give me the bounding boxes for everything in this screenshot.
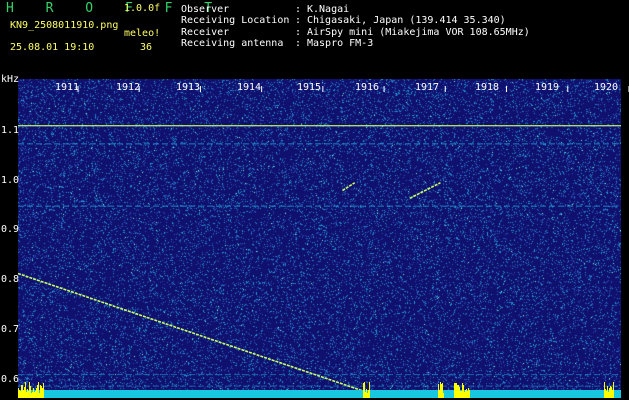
y-tick-label: 1.1: [1, 125, 20, 136]
meta-value: AirSpy mini (Miakejima VOR 108.65MHz): [307, 27, 530, 38]
app-version: 1.0.0f: [124, 3, 161, 14]
x-tick-label: 1915: [297, 82, 322, 93]
meta-row-receiver: Receiver: AirSpy mini (Miakejima VOR 108.…: [181, 27, 530, 38]
meteor-count: 36: [140, 42, 153, 53]
meta-separator: :: [295, 4, 302, 15]
meta-row-location: Receiving Location: Chigasaki, Japan (139…: [181, 15, 506, 26]
x-tick-label: 1914: [237, 82, 262, 93]
meta-label: Receiving Location: [181, 15, 290, 26]
x-tick-label: 1916: [355, 82, 380, 93]
meleo-label: meleo!: [124, 28, 161, 39]
y-axis-unit: kHz: [1, 74, 20, 85]
x-tick-label: 1912: [116, 82, 141, 93]
timestamp: 25.08.01 19:10: [10, 42, 95, 53]
y-tick-label: 0.6: [1, 374, 20, 385]
meta-value: Maspro FM-3: [307, 38, 374, 49]
x-tick-label: 1913: [176, 82, 201, 93]
meta-label: Receiver: [181, 27, 230, 38]
y-tick-label: 0.9: [1, 224, 20, 235]
x-tick-label: 1920: [594, 82, 619, 93]
meta-value: K.Nagai: [307, 4, 350, 15]
spectrogram-viewer: { "app": { "name": "H R O F F T", "versi…: [0, 0, 629, 400]
file-name: KN9_2508011910.png: [10, 20, 119, 31]
meta-label: Receiving antenna: [181, 38, 284, 49]
meta-row-observer: Observer: K.Nagai: [181, 4, 349, 15]
meta-row-antenna: Receiving antenna: Maspro FM-3: [181, 38, 373, 49]
meta-separator: :: [295, 27, 302, 38]
y-tick-label: 0.7: [1, 324, 20, 335]
x-tick-label: 1918: [475, 82, 500, 93]
meta-separator: :: [295, 38, 302, 49]
x-tick-label: 1911: [55, 82, 80, 93]
y-tick-label: 0.8: [1, 274, 20, 285]
meta-separator: :: [295, 15, 302, 26]
spectrogram-canvas: [18, 79, 621, 398]
meta-label: Observer: [181, 4, 230, 15]
x-tick-label: 1919: [535, 82, 560, 93]
x-tick-label: 1917: [415, 82, 440, 93]
y-tick-label: 1.0: [1, 175, 20, 186]
meta-value: Chigasaki, Japan (139.414 35.340): [307, 15, 506, 26]
